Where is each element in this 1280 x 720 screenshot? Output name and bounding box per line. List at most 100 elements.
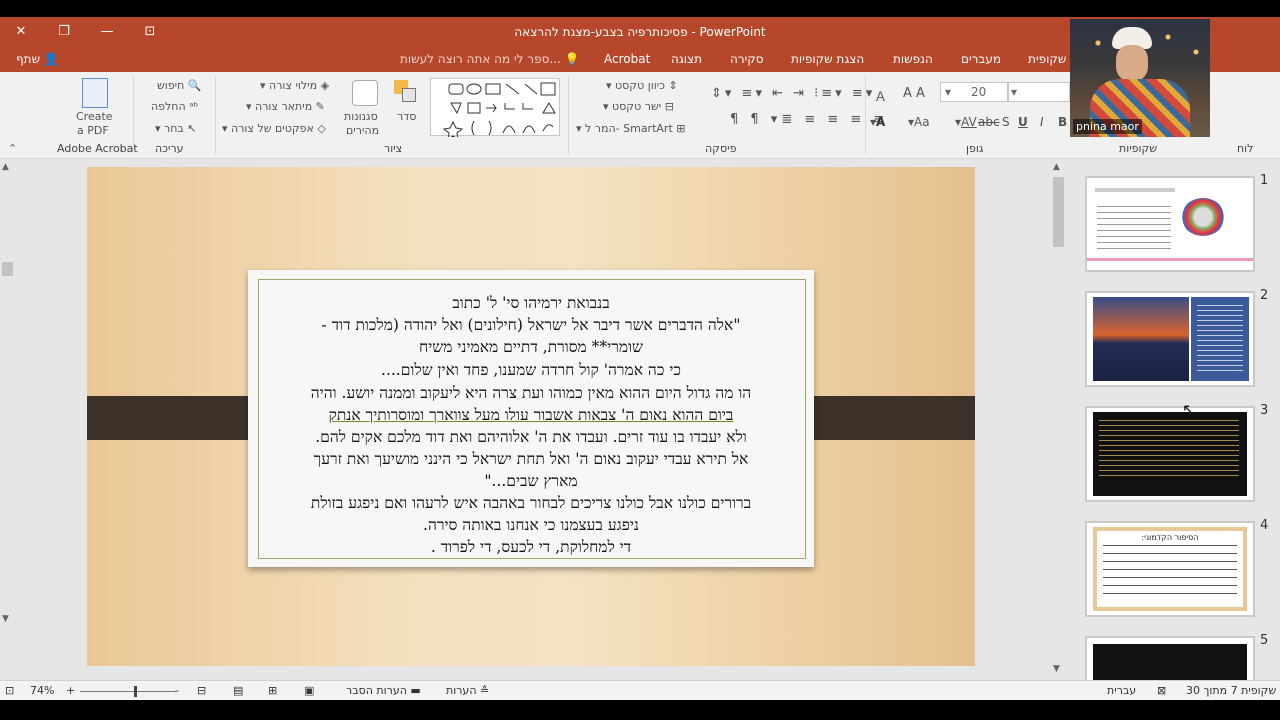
align-text-button[interactable]: ▾ ישר טקסט ⊟: [603, 100, 674, 113]
slide-line: בנבואת ירמיהו סי' ל' כתוב: [452, 294, 610, 312]
fit-slide-icon[interactable]: ⊡: [5, 684, 14, 697]
shape-fill-label: מילוי צורה: [269, 79, 318, 92]
minimize-icon[interactable]: —: [95, 20, 119, 44]
slide-textbox[interactable]: בנבואת ירמיהו סי' ל' כתוב "אלה הדברים אש…: [248, 270, 814, 567]
italic-button[interactable]: I: [1040, 115, 1044, 129]
select-button[interactable]: ▾ בחר ↖: [155, 122, 197, 135]
create-pdf-label[interactable]: Create: [76, 110, 113, 123]
zoom-slider-thumb[interactable]: [134, 686, 137, 697]
normal-view-icon[interactable]: ▣: [304, 684, 314, 697]
face: [1116, 45, 1148, 81]
find-label: חיפוש: [157, 79, 185, 92]
group-drawing: ציור: [384, 142, 403, 155]
char-spacing-label: AV: [961, 115, 977, 129]
zoom-level[interactable]: 74%: [30, 684, 54, 697]
replace-button[interactable]: החלפה ᵃᵇ: [151, 100, 198, 113]
lightbulb-icon: 💡: [564, 52, 580, 66]
find-button[interactable]: חיפוש 🔍: [157, 79, 202, 92]
strikethrough-button[interactable]: abc: [978, 115, 1000, 129]
ribbon-display-icon[interactable]: ⊡: [138, 20, 162, 44]
zoom-in-icon[interactable]: +: [66, 684, 75, 697]
slide-line: כי כה אמרה' קול חרדה שמענו, פחד ואין שלו…: [381, 361, 681, 379]
slide-thumbnail-3[interactable]: [1085, 406, 1255, 502]
zoom-slider[interactable]: [80, 691, 176, 692]
font-size-box[interactable]: ▾ 20: [940, 82, 1008, 102]
tell-me-box[interactable]: ספר לי מה אתה רוצה לעשות... 💡: [400, 52, 580, 66]
slide-thumbnail-2[interactable]: [1085, 291, 1255, 387]
slide-line: שומרי** מסורת, דתיים מאמיני משיח: [419, 338, 643, 356]
vertical-scrollbar[interactable]: ▲ ▼: [0, 159, 15, 680]
tab-animations[interactable]: הנפשות: [893, 52, 933, 66]
replace-icon: ᵃᵇ: [189, 100, 199, 113]
thumb-number: 4: [1260, 518, 1269, 533]
font-name-box[interactable]: ▾: [1008, 82, 1070, 102]
shadow-button[interactable]: S: [1002, 115, 1010, 129]
close-icon[interactable]: ✕: [9, 20, 33, 44]
underline-button[interactable]: U: [1018, 115, 1028, 129]
scroll-thumb[interactable]: [1053, 177, 1064, 247]
collapse-ribbon-icon[interactable]: ⌃: [8, 142, 17, 155]
smartart-label: המר ל- SmartArt: [585, 122, 673, 135]
search-icon: 🔍: [187, 79, 202, 92]
arrange-icon[interactable]: [394, 80, 418, 104]
change-case-button[interactable]: ▾Aa: [908, 115, 930, 129]
reading-view-icon[interactable]: ▤: [233, 684, 243, 697]
quick-styles-icon[interactable]: [352, 80, 378, 106]
scroll-thumb[interactable]: [2, 262, 13, 276]
slide-scrollbar[interactable]: ▲ ▼: [1050, 159, 1066, 680]
chevron-down-icon: ▾: [603, 100, 609, 113]
thumb-number: 1: [1260, 173, 1269, 188]
tab-slideshow[interactable]: הצגת שקופיות: [791, 52, 864, 66]
spellcheck-icon[interactable]: ⊠: [1157, 684, 1166, 697]
scroll-up-icon[interactable]: ▲: [2, 162, 9, 172]
share-label: שתף: [16, 52, 41, 66]
divider: [215, 76, 216, 154]
slide-line: ניפגע בעצמנו כי אנחנו באותה סירה.: [423, 516, 639, 534]
shape-fill-button[interactable]: ▾ מילוי צורה ◈: [260, 79, 329, 92]
bold-label: B: [1058, 115, 1068, 129]
smartart-button[interactable]: ▾ המר ל- SmartArt ⊞: [576, 122, 685, 135]
notes-button[interactable]: הערות ≙: [446, 684, 489, 697]
tab-view[interactable]: תצוגה: [671, 52, 702, 66]
tab-acrobat[interactable]: Acrobat: [604, 52, 650, 66]
font-color-button[interactable]: ▾A: [870, 115, 885, 129]
slide-line: אל תירא עבדי יעקוב נאום ה' ואל תחת ישראל…: [313, 450, 749, 468]
clear-format-icon[interactable]: Ａ: [874, 86, 887, 105]
create-pdf-label2[interactable]: a PDF: [77, 124, 109, 137]
sorter-view-icon[interactable]: ⊞: [268, 684, 277, 697]
char-spacing-button[interactable]: ▾AV: [955, 115, 977, 129]
slideshow-view-icon[interactable]: ⊟: [197, 684, 206, 697]
quick-styles-label[interactable]: סגנונות: [344, 110, 378, 123]
group-font: גופן: [966, 142, 984, 155]
create-pdf-icon[interactable]: [82, 78, 108, 108]
shape-outline-button[interactable]: ▾ מיתאר צורה ✎: [246, 100, 325, 113]
bold-button[interactable]: B: [1058, 115, 1067, 129]
restore-icon[interactable]: ❐: [52, 20, 76, 44]
slide-thumbnail-4[interactable]: הסיפור הקדמוני:: [1085, 521, 1255, 617]
group-editing: עריכה: [155, 142, 184, 155]
participant-name: pnina maor: [1073, 119, 1142, 134]
tab-transitions[interactable]: מעברים: [961, 52, 1001, 66]
scroll-up-icon[interactable]: ▲: [1053, 162, 1060, 172]
cursor-icon: ↖: [187, 122, 197, 135]
share-button[interactable]: שתף 👤: [16, 52, 59, 66]
quick-styles-label2[interactable]: מהירים: [346, 124, 379, 137]
comments-button[interactable]: הערות הסבר ▬: [346, 684, 421, 697]
language-indicator[interactable]: עברית: [1107, 684, 1136, 697]
scroll-down-icon[interactable]: ▼: [1053, 664, 1060, 674]
grow-font-icon[interactable]: A A: [903, 86, 925, 101]
arrange-label[interactable]: סדר: [397, 110, 416, 123]
tab-slide[interactable]: שקופית: [1028, 52, 1066, 66]
person-icon: 👤: [43, 52, 59, 66]
shapes-gallery[interactable]: [430, 78, 560, 140]
shape-effects-button[interactable]: ▾ אפקטים של צורה ◇: [222, 122, 326, 135]
text-direction-button[interactable]: ▾ כיוון טקסט ⇕: [606, 79, 678, 92]
list-buttons[interactable]: ⇕▾ ≡▾ ⇤ ⇥ ⁝≡▾ ≡▾: [711, 86, 875, 101]
scroll-down-icon[interactable]: ▼: [2, 614, 9, 624]
slide-thumbnail-1[interactable]: [1085, 176, 1255, 272]
slide-line: ביום ההוא נאום ה' צבאות אשבור עולו מעל צ…: [328, 406, 734, 424]
tab-review[interactable]: סקירה: [730, 52, 764, 66]
thumb-number: 3: [1260, 403, 1269, 418]
zoom-out-icon[interactable]: -: [175, 684, 179, 697]
slide-thumbnail-5[interactable]: [1085, 636, 1255, 680]
